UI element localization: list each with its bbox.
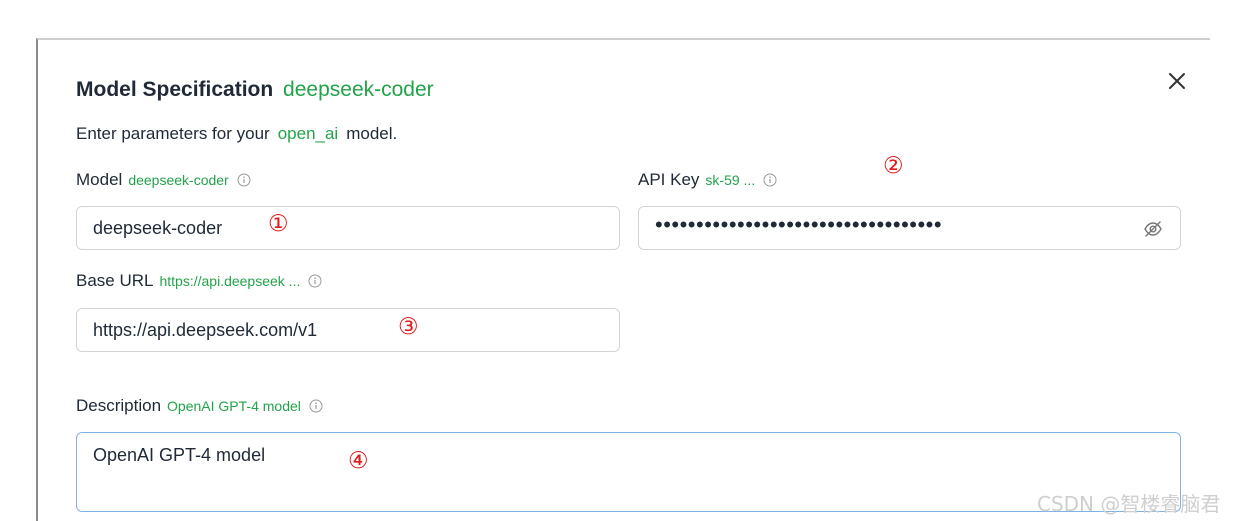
screen: Model Specification deepseek-coder Enter… [0,0,1249,521]
model-input-value: deepseek-coder [93,217,223,238]
base-url-label-text: Base URL [76,271,154,290]
api-key-input[interactable]: ••••••••••••••••••••••••••••••••••• [638,206,1181,250]
base-url-input[interactable]: https://api.deepseek.com/v1 [76,308,620,352]
base-url-label-hint: https://api.deepseek ... [159,273,301,289]
eye-off-icon [1144,221,1162,237]
subtitle-provider: open_ai [277,124,339,143]
description-textarea[interactable]: OpenAI GPT-4 model [76,432,1181,512]
dialog-subtitle: Enter parameters for your open_ai model. [76,124,397,144]
dialog-title: Model Specification deepseek-coder [76,78,434,102]
api-key-label-hint: sk-59 ... [705,172,756,188]
model-label-hint: deepseek-coder [128,172,229,188]
info-icon[interactable] [308,274,322,288]
close-icon [1169,73,1185,89]
close-button[interactable] [1164,68,1190,94]
toggle-visibility-button[interactable] [1142,218,1164,240]
subtitle-suffix: model. [346,124,398,143]
base-url-label: Base URL https://api.deepseek ... [76,271,322,291]
description-label-hint: OpenAI GPT-4 model [167,398,301,414]
api-key-label: API Key sk-59 ... [638,170,777,190]
annotation-marker-4: ④ [348,448,369,474]
description-textarea-value: OpenAI GPT-4 model [93,445,266,465]
info-icon[interactable] [763,173,777,187]
model-input[interactable]: deepseek-coder [76,206,620,250]
annotation-marker-2: ② [883,153,904,179]
annotation-marker-1: ① [268,211,289,237]
description-label: Description OpenAI GPT-4 model [76,396,323,416]
api-key-masked-value: ••••••••••••••••••••••••••••••••••• [655,212,943,237]
info-icon[interactable] [309,399,323,413]
api-key-label-text: API Key [638,170,700,189]
base-url-input-value: https://api.deepseek.com/v1 [93,319,318,340]
model-spec-dialog: Model Specification deepseek-coder Enter… [36,38,1210,521]
annotation-marker-3: ③ [398,314,419,340]
dialog-title-text: Model Specification [76,78,274,101]
backdrop [0,38,36,521]
watermark: CSDN @智楼睿脑君 [1037,492,1221,516]
description-label-text: Description [76,396,162,415]
model-label: Model deepseek-coder [76,170,251,190]
info-icon[interactable] [237,173,251,187]
model-label-text: Model [76,170,123,189]
dialog-title-model: deepseek-coder [283,78,434,101]
subtitle-prefix: Enter parameters for your [76,124,270,143]
